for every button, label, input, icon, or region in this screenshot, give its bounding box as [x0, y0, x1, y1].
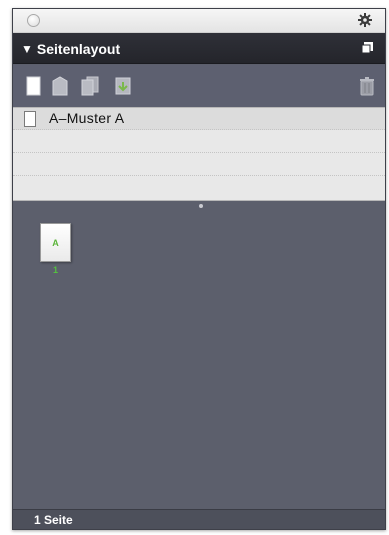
page-master-label: A: [52, 237, 59, 248]
page-number: 1: [52, 265, 58, 275]
disclosure-triangle-icon[interactable]: ▼: [21, 42, 33, 56]
empty-row: [13, 154, 385, 176]
panel-title: Seitenlayout: [36, 41, 121, 57]
page-layout-panel: ▼ Seitenlayout A–Muster A A 1 1 Seite: [12, 8, 386, 530]
gear-icon[interactable]: [357, 12, 373, 28]
splitter-handle[interactable]: [199, 204, 203, 208]
move-page-icon[interactable]: [114, 76, 132, 96]
duplicate-page-icon[interactable]: [81, 76, 99, 96]
new-page-icon[interactable]: [25, 76, 43, 96]
panel-toolbar: [13, 65, 385, 107]
page-count-label: 1 Seite: [34, 513, 73, 527]
close-button[interactable]: [27, 14, 40, 27]
empty-row: [13, 177, 385, 199]
master-page-icon[interactable]: [51, 76, 69, 96]
panel-menu-icon[interactable]: [361, 41, 375, 55]
panel-title-group[interactable]: ▼ Seitenlayout: [21, 39, 120, 59]
page-icon: [24, 111, 36, 127]
page-thumbnail[interactable]: A: [40, 223, 71, 262]
title-bar: [13, 9, 385, 33]
master-item-label: A–Muster A: [49, 110, 125, 126]
trash-icon[interactable]: [358, 76, 376, 96]
empty-row: [13, 131, 385, 153]
master-item-a[interactable]: A–Muster A: [13, 108, 385, 130]
pages-area: A 1: [13, 209, 385, 509]
masters-list: A–Muster A: [13, 107, 385, 201]
panel-header[interactable]: ▼ Seitenlayout: [13, 33, 385, 64]
status-bar: 1 Seite: [13, 509, 385, 529]
